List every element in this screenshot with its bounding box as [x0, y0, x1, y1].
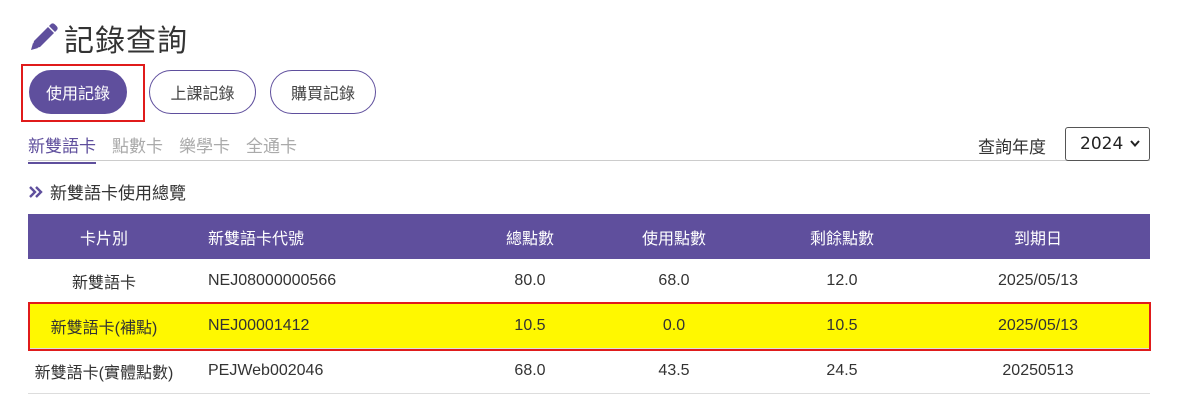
- section-heading: 新雙語卡使用總覽: [28, 179, 186, 204]
- table-header-row: 卡片別 新雙語卡代號 總點數 使用點數 剩餘點數 到期日: [28, 214, 1150, 259]
- usage-summary-table: 卡片別 新雙語卡代號 總點數 使用點數 剩餘點數 到期日 新雙語卡 NEJ080…: [28, 214, 1150, 394]
- table-cell: 10.5: [758, 303, 926, 349]
- table-cell: 2025/05/13: [926, 303, 1150, 349]
- double-chevron-right-icon: [29, 185, 43, 198]
- table-cell: 43.5: [590, 348, 758, 394]
- button-highlight-box: [21, 64, 145, 122]
- table-cell: 新雙語卡(補點): [28, 303, 180, 349]
- table-row: 新雙語卡(補點) NEJ00001412 10.5 0.0 10.5 2025/…: [28, 303, 1150, 349]
- table-cell: NEJ08000000566: [180, 259, 470, 304]
- table-cell: 12.0: [758, 259, 926, 304]
- column-header: 到期日: [926, 214, 1150, 259]
- column-header: 卡片別: [28, 214, 180, 259]
- table-cell: 20250513: [926, 348, 1150, 394]
- table-cell: 68.0: [590, 259, 758, 304]
- page-title: 記錄查詢: [64, 24, 188, 59]
- table-cell: 10.5: [470, 303, 590, 349]
- table-cell: 24.5: [758, 348, 926, 394]
- table-cell: 0.0: [590, 303, 758, 349]
- column-header: 剩餘點數: [758, 214, 926, 259]
- section-title: 新雙語卡使用總覽: [50, 184, 186, 204]
- table-cell: 新雙語卡: [28, 259, 180, 304]
- column-header: 總點數: [470, 214, 590, 259]
- table-cell: NEJ00001412: [180, 303, 470, 349]
- column-header: 新雙語卡代號: [180, 214, 470, 259]
- pencil-icon: [31, 23, 58, 50]
- year-select[interactable]: 2024: [1065, 127, 1150, 161]
- table-cell: 80.0: [470, 259, 590, 304]
- year-select-value: 2024: [1080, 134, 1124, 154]
- table-cell: PEJWeb002046: [180, 348, 470, 394]
- chevron-down-icon: [1130, 140, 1140, 148]
- table-cell: 2025/05/13: [926, 259, 1150, 304]
- table-row: 新雙語卡 NEJ08000000566 80.0 68.0 12.0 2025/…: [28, 259, 1150, 304]
- page-header: 記錄查詢: [26, 16, 188, 60]
- column-header: 使用點數: [590, 214, 758, 259]
- table-cell: 新雙語卡(實體點數): [28, 348, 180, 394]
- table-row: 新雙語卡(實體點數) PEJWeb002046 68.0 43.5 24.5 2…: [28, 348, 1150, 394]
- class-record-button[interactable]: 上課記錄: [149, 70, 256, 114]
- year-filter-label: 查詢年度: [978, 138, 1046, 158]
- purchase-record-button[interactable]: 購買記錄: [270, 70, 376, 114]
- tab-divider: [28, 160, 1150, 161]
- table-cell: 68.0: [470, 348, 590, 394]
